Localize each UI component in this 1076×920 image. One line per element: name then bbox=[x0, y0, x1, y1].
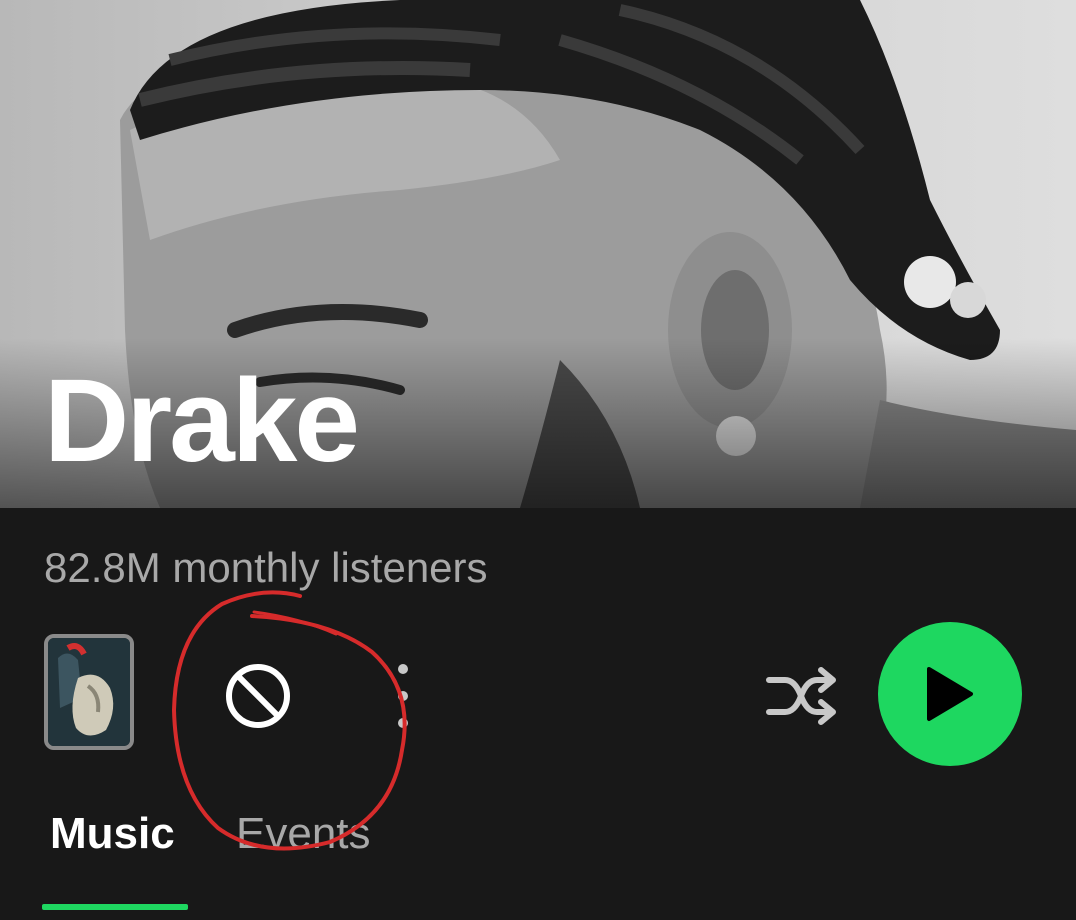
shuffle-icon bbox=[766, 667, 836, 725]
more-vertical-icon bbox=[398, 664, 408, 674]
album-cover-button[interactable] bbox=[44, 634, 134, 750]
artist-name: Drake bbox=[44, 355, 360, 487]
more-options-button[interactable] bbox=[392, 664, 414, 728]
tab-music[interactable]: Music bbox=[50, 812, 175, 856]
play-icon bbox=[927, 667, 973, 721]
tab-events[interactable]: Events bbox=[236, 812, 371, 856]
monthly-listeners: 82.8M monthly listeners bbox=[44, 544, 488, 591]
active-tab-indicator bbox=[42, 904, 188, 910]
shuffle-button[interactable] bbox=[762, 660, 840, 732]
play-button[interactable] bbox=[878, 622, 1022, 766]
block-button[interactable] bbox=[222, 660, 294, 732]
block-icon bbox=[226, 664, 290, 728]
album-cover-icon bbox=[48, 638, 130, 746]
